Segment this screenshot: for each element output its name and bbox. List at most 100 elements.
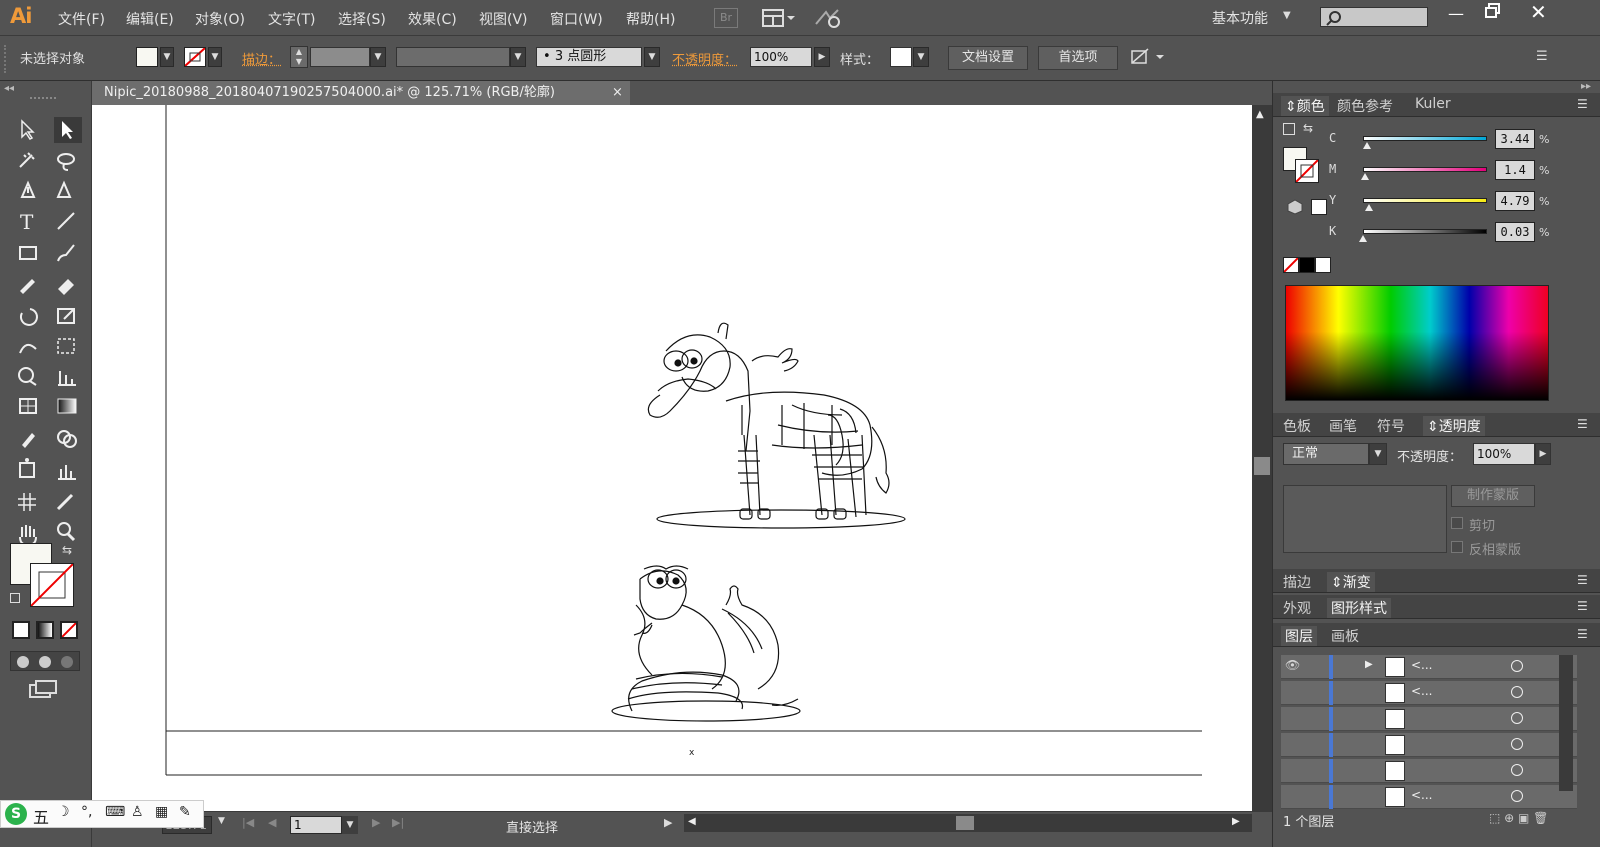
- layer-name[interactable]: <...: [1411, 684, 1433, 698]
- white-swatch[interactable]: [1315, 257, 1331, 273]
- invert-mask-checkbox[interactable]: [1451, 541, 1463, 553]
- fill-swatch[interactable]: [136, 47, 158, 67]
- isolate-icon[interactable]: [1130, 47, 1170, 67]
- workspace-dropdown-icon[interactable]: ▼: [1283, 10, 1291, 21]
- ime-keyboard-icon[interactable]: ⌨: [105, 804, 125, 820]
- menu-effect[interactable]: 效果(C): [408, 9, 457, 29]
- previous-artboard-icon[interactable]: ◀: [268, 816, 276, 829]
- vertical-scroll-thumb[interactable]: [1254, 457, 1270, 475]
- close-tab-button[interactable]: ×: [612, 81, 623, 105]
- last-artboard-icon[interactable]: ▶|: [392, 816, 404, 829]
- layers-footer-icons[interactable]: ⬚ ⊕ ▣ 🗑: [1489, 811, 1548, 825]
- layer-row[interactable]: <...: [1281, 785, 1577, 809]
- transparency-panel-menu-icon[interactable]: ☰: [1577, 417, 1588, 431]
- ime-settings-icon[interactable]: ✎: [179, 804, 191, 820]
- target-circle-icon[interactable]: [1511, 738, 1523, 750]
- menu-help[interactable]: 帮助(H): [626, 9, 675, 29]
- tab-transparency[interactable]: ⇕透明度: [1423, 416, 1485, 436]
- none-mode-icon[interactable]: [60, 621, 78, 639]
- menu-view[interactable]: 视图(V): [479, 9, 528, 29]
- style-dropdown-icon[interactable]: ▼: [913, 47, 929, 67]
- web-safe-swatch[interactable]: [1311, 199, 1327, 215]
- stroke-swatch[interactable]: [184, 47, 206, 67]
- menu-object[interactable]: 对象(O): [195, 9, 245, 29]
- visibility-eye-icon[interactable]: 👁: [1285, 658, 1300, 672]
- menu-type[interactable]: 文字(T): [268, 9, 315, 29]
- stroke-dropdown-icon[interactable]: ▼: [208, 47, 222, 67]
- transparency-opacity-arrow-icon[interactable]: ▶: [1535, 443, 1551, 465]
- channel-value-y[interactable]: 4.79: [1495, 191, 1535, 211]
- stroke-label[interactable]: 描边：: [242, 49, 281, 68]
- tab-brushes[interactable]: 画笔: [1329, 416, 1357, 436]
- layer-row[interactable]: 👁 ▶ <...: [1281, 655, 1577, 679]
- toolbox-collapse-icon[interactable]: ◂◂: [4, 83, 14, 94]
- opacity-arrow-icon[interactable]: ▶: [814, 47, 830, 67]
- ime-skin-icon[interactable]: ▦: [155, 804, 168, 820]
- artboard-canvas[interactable]: x: [92, 105, 1252, 811]
- horizontal-scroll-thumb[interactable]: [956, 816, 974, 830]
- mask-thumbnail[interactable]: [1283, 485, 1447, 553]
- blend-mode-select[interactable]: 正常: [1283, 443, 1369, 465]
- layer-row[interactable]: [1281, 707, 1577, 731]
- swap-fill-stroke-icon[interactable]: ⇆: [62, 543, 72, 557]
- ime-mode-label[interactable]: 五: [33, 804, 49, 828]
- artboard-number-input[interactable]: 1: [290, 816, 342, 834]
- gradient-mode-icon[interactable]: [36, 621, 54, 639]
- gpu-performance-icon[interactable]: [814, 6, 842, 30]
- brush-select[interactable]: • 3 点圆形: [536, 47, 642, 67]
- swap-colors-icon[interactable]: ⇆: [1303, 121, 1313, 135]
- layer-row[interactable]: <...: [1281, 681, 1577, 705]
- opacity-input[interactable]: 100%: [750, 47, 812, 67]
- appearance-panel-menu-icon[interactable]: ☰: [1577, 599, 1588, 613]
- channel-value-k[interactable]: 0.03: [1495, 222, 1535, 242]
- style-swatch[interactable]: [890, 47, 912, 67]
- tab-stroke[interactable]: 描边: [1283, 572, 1311, 592]
- clip-checkbox[interactable]: [1451, 517, 1463, 529]
- tab-color-guide[interactable]: 颜色参考: [1337, 96, 1393, 116]
- channel-value-m[interactable]: 1.4: [1495, 160, 1535, 180]
- arrange-documents-icon[interactable]: [762, 8, 796, 28]
- document-tab[interactable]: Nipic_20180988_20180407190257504000.ai* …: [92, 81, 630, 105]
- preferences-button[interactable]: 首选项: [1038, 46, 1118, 70]
- ime-toolbar[interactable]: S 五 ☽ °, ⌨ ♙ ▦ ✎: [0, 800, 204, 828]
- channel-slider-thumb-y[interactable]: [1364, 204, 1373, 211]
- layers-panel-menu-icon[interactable]: ☰: [1577, 627, 1588, 641]
- layer-row[interactable]: [1281, 733, 1577, 757]
- vertical-scrollbar[interactable]: ▲: [1252, 105, 1272, 811]
- tab-gradient[interactable]: ⇕渐变: [1327, 572, 1375, 592]
- ime-user-icon[interactable]: ♙: [131, 804, 144, 820]
- channel-value-c[interactable]: 3.44: [1495, 129, 1535, 149]
- target-circle-icon[interactable]: [1511, 660, 1523, 672]
- layer-row[interactable]: [1281, 759, 1577, 783]
- channel-slider-y[interactable]: [1363, 198, 1487, 203]
- default-colors-icon[interactable]: [10, 593, 20, 603]
- expand-layer-icon[interactable]: ▶: [1365, 659, 1373, 670]
- none-swatch[interactable]: [1283, 257, 1299, 273]
- variable-width-dropdown-icon[interactable]: ▼: [510, 47, 526, 67]
- channel-slider-m[interactable]: [1363, 167, 1487, 172]
- toolbox-stroke-swatch[interactable]: [30, 563, 74, 607]
- tab-symbols[interactable]: 符号: [1377, 416, 1405, 436]
- black-swatch[interactable]: [1299, 257, 1315, 273]
- stroke-weight-dropdown-icon[interactable]: ▼: [370, 47, 386, 67]
- menu-window[interactable]: 窗口(W): [550, 9, 603, 29]
- target-circle-icon[interactable]: [1511, 790, 1523, 802]
- artboard-dropdown-icon[interactable]: ▼: [342, 816, 358, 834]
- scroll-up-icon[interactable]: ▲: [1256, 109, 1264, 120]
- out-of-gamut-icon[interactable]: [1287, 199, 1303, 215]
- menu-edit[interactable]: 编辑(E): [126, 9, 174, 29]
- channel-slider-k[interactable]: [1363, 229, 1487, 234]
- color-panel-menu-icon[interactable]: ☰: [1577, 97, 1588, 111]
- transparency-opacity-input[interactable]: 100%: [1473, 443, 1535, 465]
- layers-scrollbar[interactable]: [1559, 655, 1573, 791]
- opacity-label[interactable]: 不透明度：: [672, 49, 737, 68]
- close-window-button[interactable]: ✕: [1530, 0, 1547, 24]
- default-fill-stroke-icon[interactable]: [1283, 123, 1295, 135]
- color-panel-stroke-swatch[interactable]: [1295, 159, 1319, 183]
- target-circle-icon[interactable]: [1511, 764, 1523, 776]
- fill-dropdown-icon[interactable]: ▼: [160, 47, 174, 67]
- status-menu-icon[interactable]: ▶: [664, 816, 672, 829]
- color-spectrum[interactable]: [1285, 285, 1549, 401]
- layer-name[interactable]: <...: [1411, 788, 1433, 802]
- horizontal-scrollbar[interactable]: ◀ ▶: [684, 814, 1252, 832]
